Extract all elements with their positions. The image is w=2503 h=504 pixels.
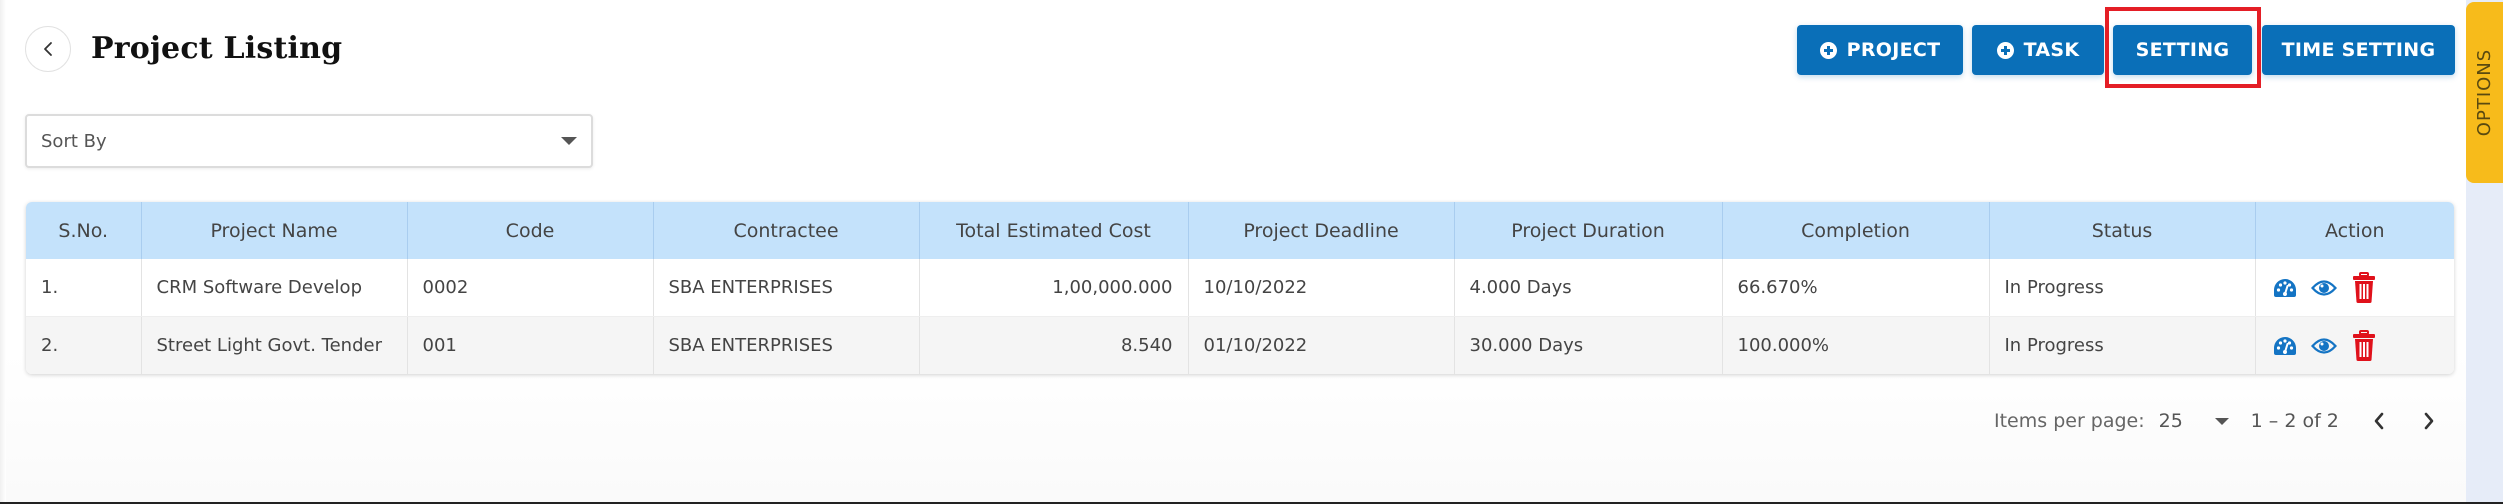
cell-sno: 2.	[26, 316, 142, 374]
time-setting-button[interactable]: TIME SETTING	[2262, 25, 2455, 75]
table-row: 2. Street Light Govt. Tender 001 SBA ENT…	[26, 316, 2454, 374]
add-task-button[interactable]: TASK	[1972, 25, 2104, 75]
time-setting-label: TIME SETTING	[2281, 39, 2436, 61]
chevron-left-icon	[44, 42, 52, 56]
eye-icon	[2311, 279, 2338, 296]
cell-completion: 100.000%	[1722, 316, 1990, 374]
cell-actions	[2255, 316, 2454, 374]
cell-project-deadline: 01/10/2022	[1188, 316, 1455, 374]
cell-status: In Progress	[1989, 316, 2256, 374]
chevron-left-icon	[2374, 412, 2384, 430]
column-header-status[interactable]: Status	[1989, 202, 2256, 259]
setting-button[interactable]: SETTING	[2113, 25, 2252, 75]
back-button[interactable]	[25, 26, 71, 72]
delete-button[interactable]	[2352, 329, 2376, 362]
trash-icon	[2352, 271, 2375, 303]
column-header-project-duration[interactable]: Project Duration	[1454, 202, 1723, 259]
page-title: Project Listing	[91, 31, 343, 66]
options-tab-label: OPTIONS	[2474, 48, 2496, 137]
cell-contractee: SBA ENTERPRISES	[653, 259, 920, 317]
previous-page-button[interactable]	[2369, 411, 2389, 431]
sort-by-placeholder: Sort By	[41, 130, 107, 152]
plus-circle-icon	[1996, 41, 2014, 59]
view-button[interactable]	[2311, 337, 2338, 355]
cell-actions	[2255, 259, 2454, 317]
page-range-label: 1 – 2 of 2	[2250, 410, 2339, 432]
dashboard-button[interactable]	[2273, 336, 2297, 356]
next-page-button[interactable]	[2419, 411, 2439, 431]
caret-down-icon	[2214, 417, 2229, 425]
cell-completion: 66.670%	[1722, 259, 1990, 317]
cell-status: In Progress	[1989, 259, 2256, 317]
column-header-project-name[interactable]: Project Name	[141, 202, 408, 259]
column-header-project-deadline[interactable]: Project Deadline	[1188, 202, 1455, 259]
cell-project-duration: 30.000 Days	[1454, 316, 1723, 374]
plus-circle-icon	[1819, 41, 1837, 59]
dashboard-button[interactable]	[2273, 278, 2297, 298]
options-tab[interactable]: OPTIONS	[2466, 2, 2503, 183]
column-header-action: Action	[2255, 202, 2454, 259]
cell-contractee: SBA ENTERPRISES	[653, 316, 920, 374]
dashboard-icon	[2273, 336, 2296, 355]
items-per-page-select[interactable]: 25	[2159, 410, 2251, 432]
items-per-page-value: 25	[2158, 410, 2183, 432]
cell-sno: 1.	[26, 259, 142, 317]
add-project-button[interactable]: PROJECT	[1797, 25, 1963, 75]
cell-code: 0002	[407, 259, 654, 317]
table-row: 1. CRM Software Develop 0002 SBA ENTERPR…	[26, 259, 2454, 317]
view-button[interactable]	[2311, 279, 2338, 297]
items-per-page-label: Items per page:	[1994, 410, 2145, 432]
caret-down-icon	[561, 137, 577, 145]
cell-code: 001	[407, 316, 654, 374]
column-header-code[interactable]: Code	[407, 202, 654, 259]
cell-total-estimated-cost: 8.540	[919, 316, 1189, 374]
left-edge	[0, 0, 6, 502]
add-task-label: TASK	[2023, 39, 2080, 61]
project-table: S.No. Project Name Code Contractee Total…	[26, 202, 2454, 374]
column-header-sno[interactable]: S.No.	[26, 202, 142, 259]
setting-label: SETTING	[2135, 39, 2230, 61]
column-header-contractee[interactable]: Contractee	[653, 202, 920, 259]
sort-by-select[interactable]: Sort By	[25, 114, 593, 168]
cell-project-name: CRM Software Develop	[141, 259, 408, 317]
column-header-total-estimated-cost[interactable]: Total Estimated Cost	[919, 202, 1189, 259]
dashboard-icon	[2273, 278, 2296, 297]
trash-icon	[2352, 329, 2375, 361]
chevron-right-icon	[2424, 412, 2434, 430]
cell-total-estimated-cost: 1,00,000.000	[919, 259, 1189, 317]
eye-icon	[2311, 337, 2338, 354]
cell-project-name: Street Light Govt. Tender	[141, 316, 408, 374]
cell-project-duration: 4.000 Days	[1454, 259, 1723, 317]
delete-button[interactable]	[2352, 271, 2376, 304]
add-project-label: PROJECT	[1846, 39, 1941, 61]
paginator: Items per page: 25 1 – 2 of 2	[1994, 410, 2439, 432]
column-header-completion[interactable]: Completion	[1722, 202, 1990, 259]
table-header-row: S.No. Project Name Code Contractee Total…	[26, 202, 2454, 259]
cell-project-deadline: 10/10/2022	[1188, 259, 1455, 317]
